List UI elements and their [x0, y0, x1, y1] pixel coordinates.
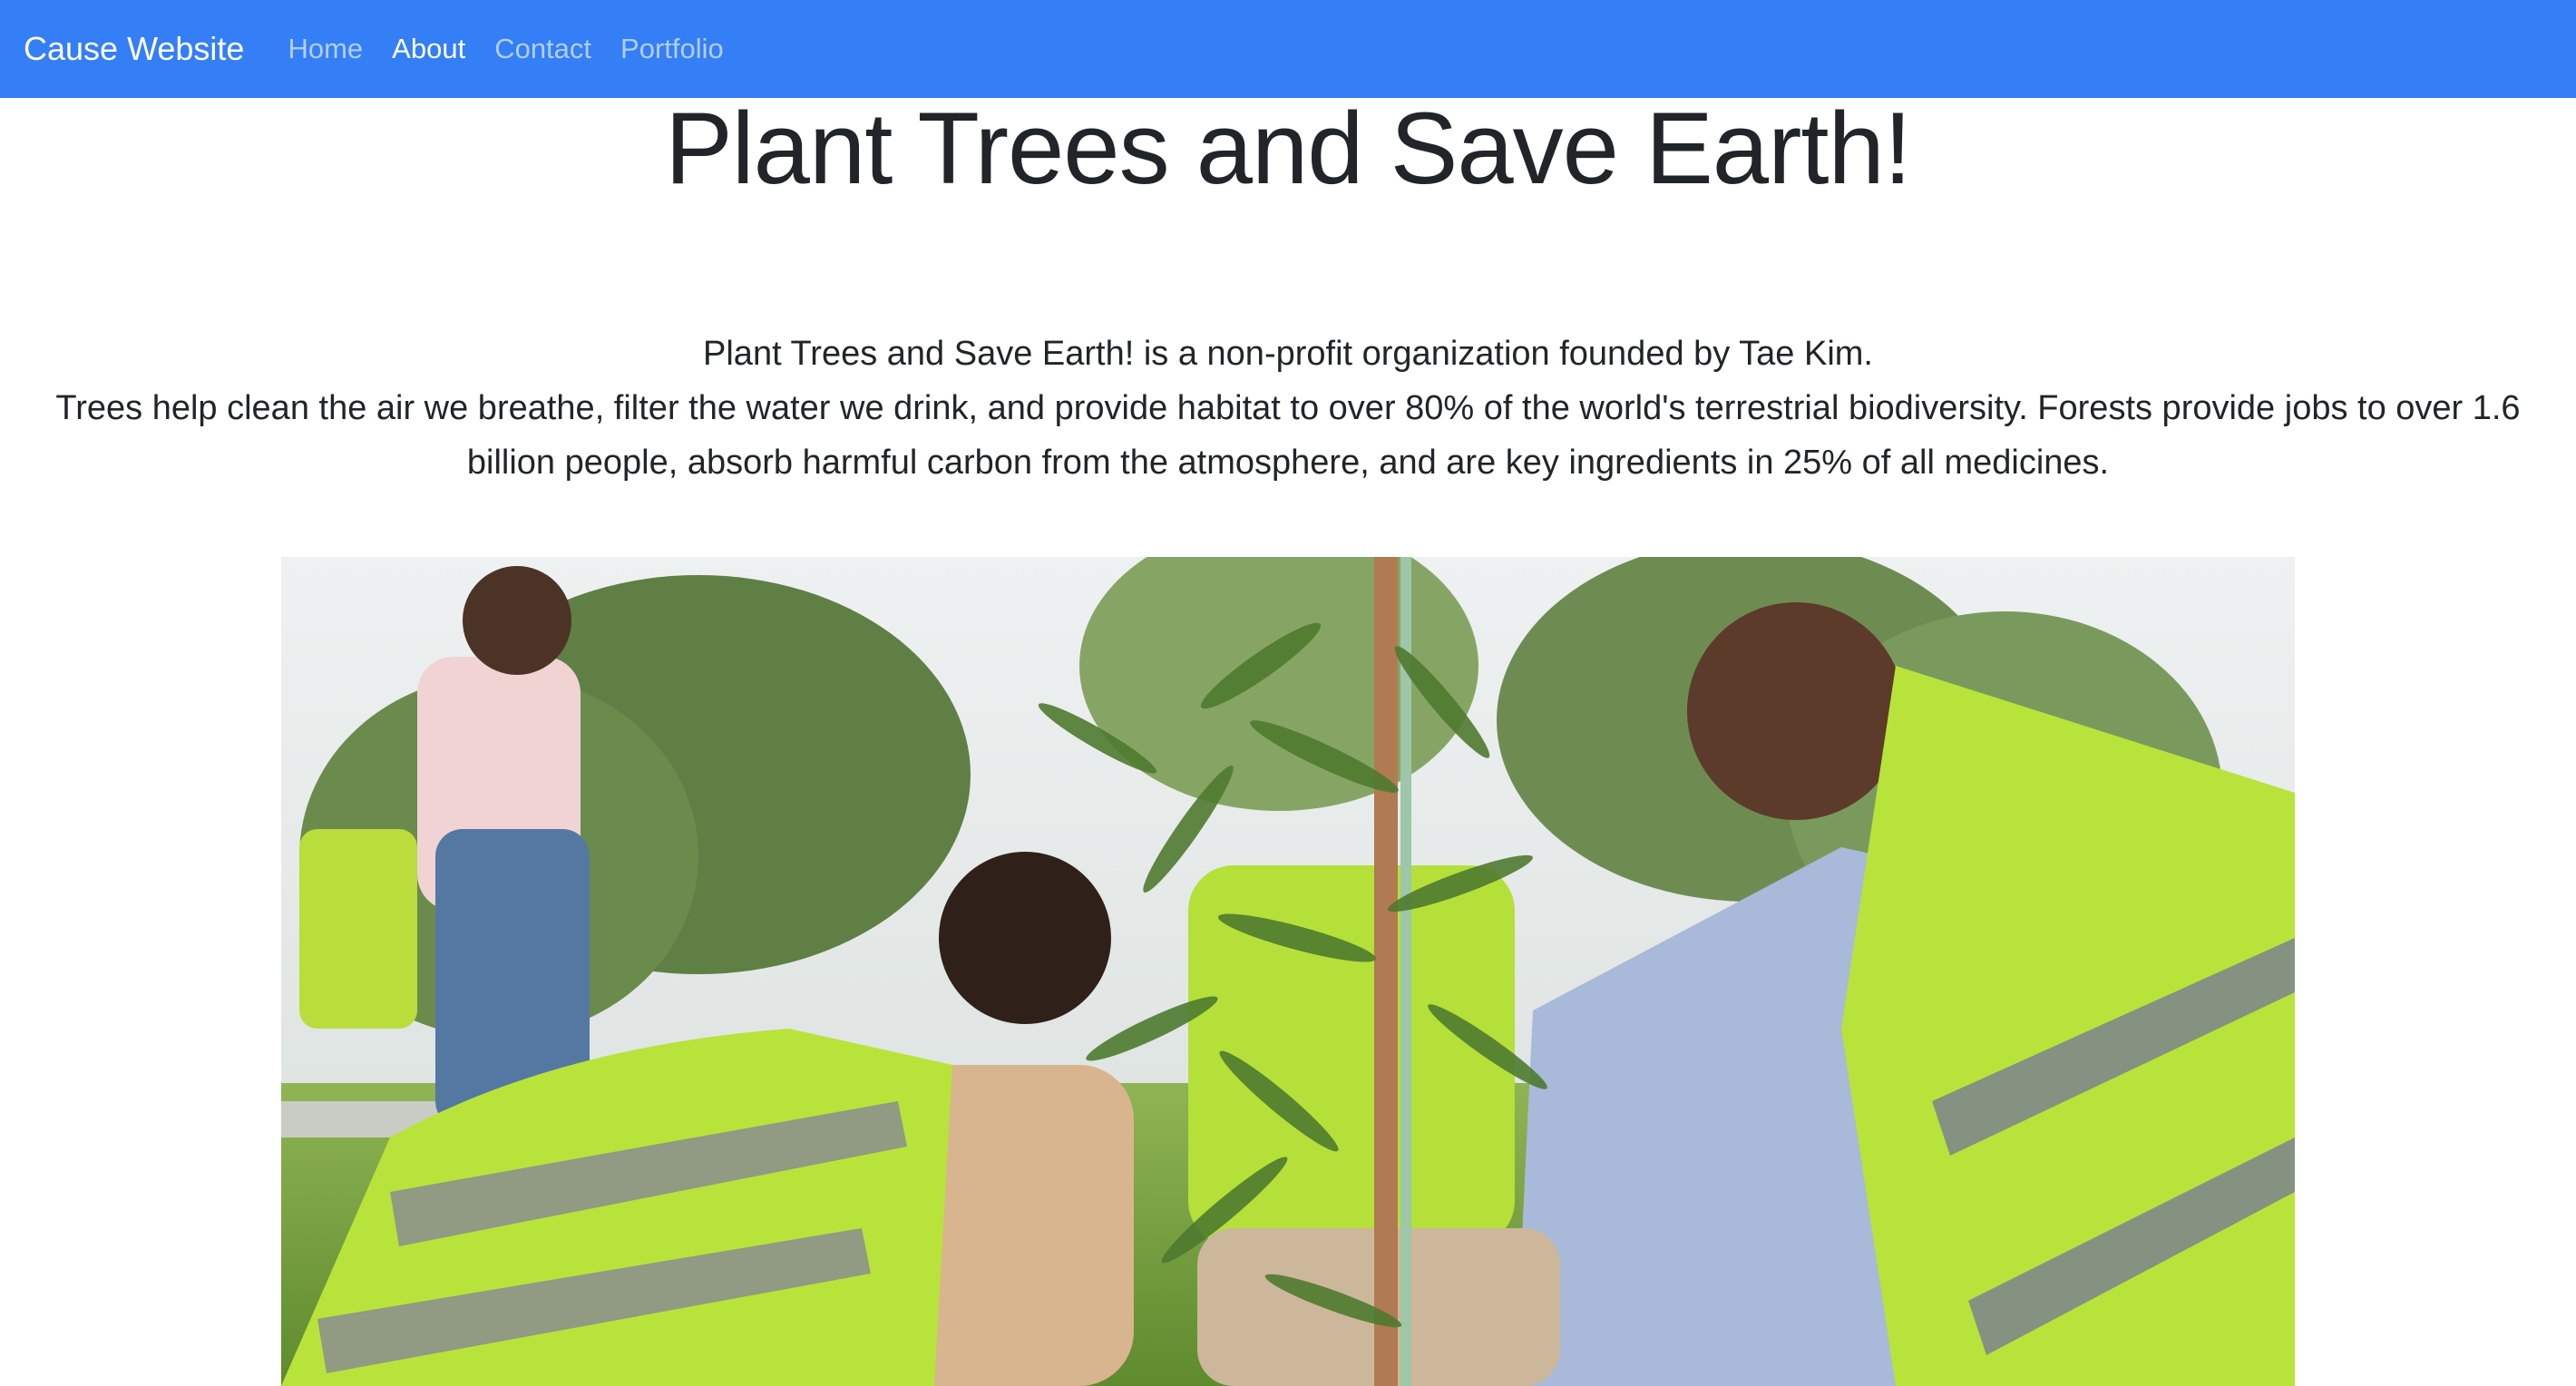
intro-text: Plant Trees and Save Earth! is a non-pro…: [703, 335, 1873, 373]
nav-links: Home About Contact Portfolio: [288, 33, 752, 65]
navbar: Cause Website Home About Contact Portfol…: [0, 0, 2576, 98]
hero-image: [281, 557, 2295, 1386]
nav-link-contact[interactable]: Contact: [494, 33, 591, 65]
body-text: Trees help clean the air we breathe, fil…: [55, 389, 2521, 482]
brand-logo[interactable]: Cause Website: [24, 30, 244, 68]
nav-link-home[interactable]: Home: [288, 33, 363, 65]
nav-link-portfolio[interactable]: Portfolio: [620, 33, 724, 65]
page-title: Plant Trees and Save Earth!: [665, 92, 1912, 205]
nav-link-about[interactable]: About: [392, 33, 465, 65]
hero-image-illustration: [281, 557, 2295, 1386]
